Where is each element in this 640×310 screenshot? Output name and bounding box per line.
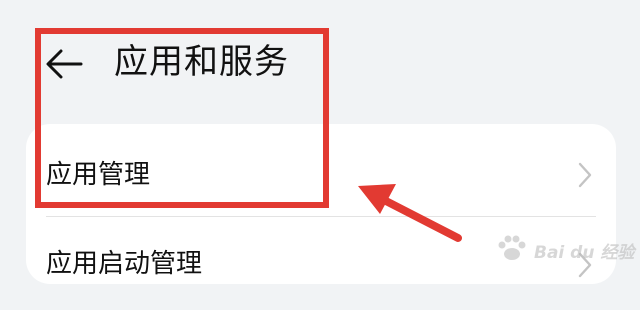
list-item-label: 应用管理	[46, 160, 151, 190]
list-item-label: 应用启动管理	[46, 249, 203, 279]
page-title: 应用和服务	[114, 42, 289, 82]
chevron-right-icon	[578, 252, 592, 278]
list-item-app-launch-management[interactable]: 应用启动管理	[26, 218, 616, 310]
chevron-right-icon	[578, 162, 592, 188]
divider	[46, 216, 596, 217]
settings-card: 应用管理 应用启动管理	[26, 124, 616, 284]
back-button[interactable]	[44, 44, 84, 84]
list-item-app-management[interactable]: 应用管理	[26, 124, 616, 216]
arrow-left-icon	[46, 49, 83, 79]
